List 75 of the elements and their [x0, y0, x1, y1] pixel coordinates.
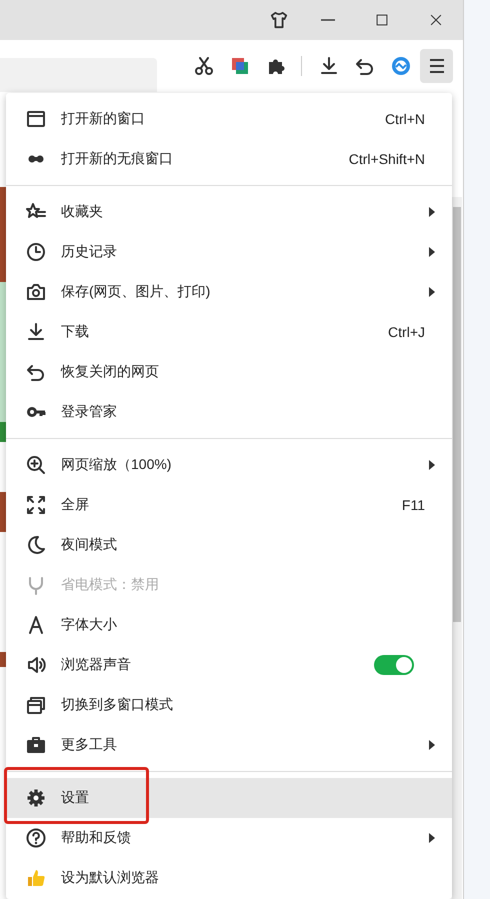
speaker-icon	[26, 655, 46, 675]
menu-item-label: 浏览器声音	[61, 656, 132, 674]
menu-item-label: 帮助和反馈	[61, 829, 132, 847]
menu-item-label: 历史记录	[61, 243, 118, 261]
menu-item[interactable]: 夜间模式	[6, 525, 452, 565]
app-squares-icon	[230, 56, 250, 76]
maximize-icon	[375, 13, 389, 27]
submenu-arrow-icon	[428, 739, 436, 751]
settings-icon	[26, 788, 46, 808]
download-icon	[26, 322, 46, 342]
shortcut-text: Ctrl+J	[388, 324, 425, 340]
briefcase-icon	[26, 735, 46, 755]
menu-item-label: 网页缩放（100%)	[61, 456, 172, 474]
menu-item-label: 设为默认浏览器	[61, 869, 160, 887]
menu-item[interactable]: 设为默认浏览器	[6, 858, 452, 898]
menu-item-label: 切换到多窗口模式	[61, 696, 174, 714]
font-size-icon	[26, 615, 46, 635]
thumbs-up-icon	[26, 868, 46, 888]
toggle-switch[interactable]	[374, 655, 414, 675]
camera-icon	[26, 282, 46, 302]
shortcut-text: Ctrl+Shift+N	[348, 151, 425, 167]
submenu-arrow-icon	[428, 832, 436, 844]
menu-item[interactable]: 登录管家	[6, 392, 452, 432]
menu-item-label: 设置	[61, 789, 90, 807]
menu-item[interactable]: 全屏 F11	[6, 485, 452, 525]
menu-item-label: 恢复关闭的网页	[61, 363, 160, 381]
menu-item-label: 登录管家	[61, 403, 118, 421]
menu-item[interactable]: 帮助和反馈	[6, 818, 452, 858]
menu-item-label: 收藏夹	[61, 203, 104, 221]
shortcut-text: F11	[402, 497, 425, 513]
plug-icon	[26, 575, 46, 595]
menu-item-label: 省电模式：禁用	[61, 576, 160, 594]
submenu-arrow-icon	[428, 459, 436, 471]
menu-item[interactable]: 更多工具	[6, 725, 452, 765]
menu-item[interactable]: 打开新的窗口 Ctrl+N	[6, 99, 452, 139]
clock-icon	[26, 242, 46, 262]
menu-item[interactable]: 保存(网页、图片、打印)	[6, 272, 452, 312]
menu-item[interactable]: 字体大小	[6, 605, 452, 645]
menu-button[interactable]	[420, 49, 453, 83]
menu-item[interactable]: 切换到多窗口模式	[6, 685, 452, 725]
undo-icon	[26, 362, 46, 382]
windows-icon	[26, 695, 46, 715]
download-icon	[319, 56, 339, 76]
zoom-in-icon	[26, 455, 46, 475]
menu-item[interactable]: 收藏夹	[6, 192, 452, 232]
menu-item[interactable]: 打开新的无痕窗口 Ctrl+Shift+N	[6, 139, 452, 179]
menu-item-label: 打开新的窗口	[61, 110, 146, 128]
close-icon	[429, 13, 443, 27]
scrollbar[interactable]	[452, 197, 462, 899]
shirt-icon	[270, 11, 288, 29]
menu-item-label: 字体大小	[61, 616, 118, 634]
fullscreen-icon	[26, 495, 46, 515]
undo-icon	[355, 56, 375, 76]
submenu-arrow-icon	[428, 246, 436, 258]
menu-item-label: 下载	[61, 323, 90, 341]
menu-item[interactable]: 历史记录	[6, 232, 452, 272]
menu-item[interactable]: 下载 Ctrl+J	[6, 312, 452, 352]
menu-item[interactable]: 设置	[6, 778, 452, 818]
menu-item-label: 保存(网页、图片、打印)	[61, 283, 212, 301]
menu-item-label: 夜间模式	[61, 536, 118, 554]
submenu-arrow-icon	[428, 206, 436, 218]
menu-item-label: 全屏	[61, 496, 90, 514]
menu-item-label: 更多工具	[61, 736, 118, 754]
shortcut-text: Ctrl+N	[384, 111, 425, 127]
moon-icon	[26, 535, 46, 555]
window-icon	[26, 109, 46, 129]
circle-logo-icon	[391, 56, 411, 76]
menu-item[interactable]: 网页缩放（100%)	[6, 445, 452, 485]
submenu-arrow-icon	[428, 286, 436, 298]
minimize-icon	[321, 19, 335, 21]
help-icon	[26, 828, 46, 848]
scissors-icon	[194, 56, 214, 76]
menu-item-label: 打开新的无痕窗口	[61, 150, 174, 168]
menu-item[interactable]: 浏览器声音	[6, 645, 452, 685]
menu-item[interactable]: 恢复关闭的网页	[6, 352, 452, 392]
